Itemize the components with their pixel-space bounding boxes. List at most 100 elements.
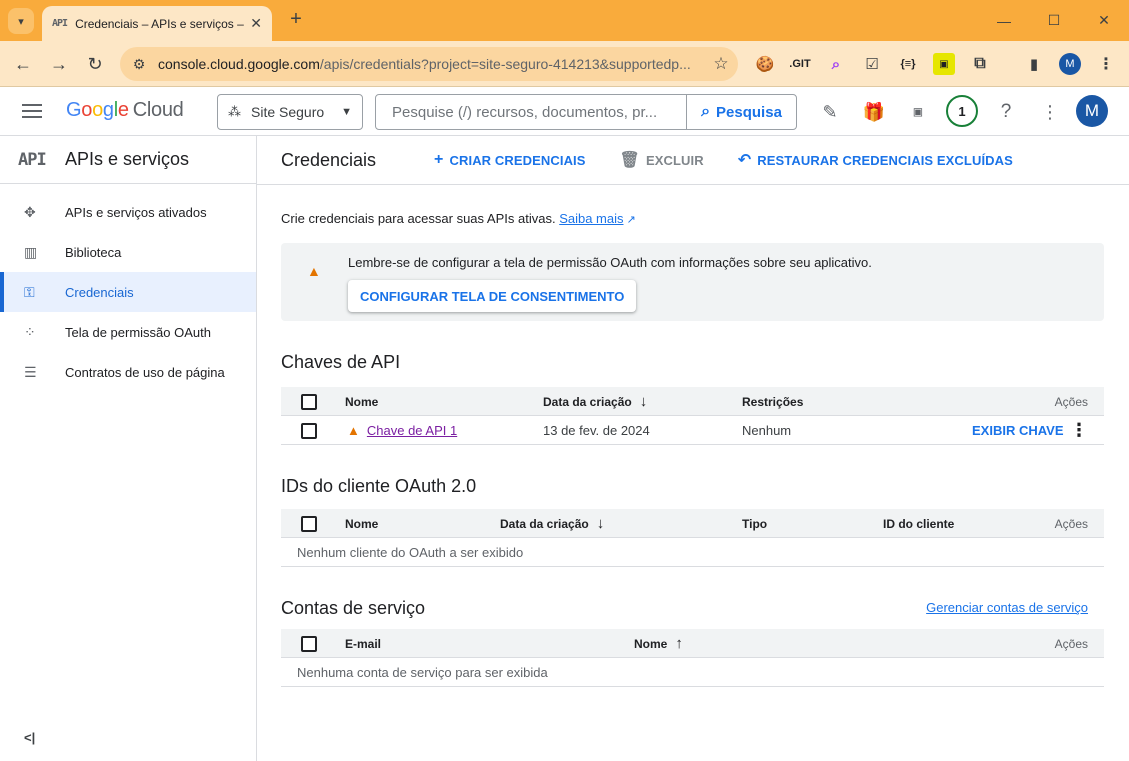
plus-icon: + — [434, 151, 444, 168]
yellow-extension-icon[interactable]: ▣ — [933, 53, 955, 75]
browser-toolbar: ← → ↻ ⚙ console.cloud.google.com/apis/cr… — [0, 41, 1129, 87]
row-more-vert-icon[interactable]: ⋮ — [1070, 416, 1088, 445]
search-button[interactable]: ⌕ Pesquisa — [686, 95, 796, 129]
column-header-restrictions[interactable]: Restrições — [742, 387, 803, 416]
magnifier-extension-icon[interactable]: ⌕ — [825, 53, 847, 75]
cloud-shell-icon[interactable]: ▣ — [904, 98, 932, 126]
table-row: Nenhum cliente do OAuth a ser exibido — [281, 538, 1104, 567]
close-window-button[interactable]: ✕ — [1079, 0, 1129, 41]
sidebar-item-oauth-consent[interactable]: ⁘ Tela de permissão OAuth — [0, 312, 256, 352]
column-header-actions: Ações — [1054, 516, 1088, 531]
tab-search-button[interactable]: ▾ — [8, 8, 34, 34]
intro-text: Crie credenciais para acessar suas APIs … — [281, 211, 1104, 226]
more-vert-icon[interactable]: ⋮ — [1095, 53, 1117, 75]
cloud-header: GoogleCloud ⁂ Site Seguro ▼ ⌕ Pesquisa ✎… — [0, 87, 1129, 136]
help-icon[interactable]: ? — [992, 98, 1020, 126]
hamburger-menu-icon[interactable] — [22, 99, 46, 123]
more-vert-icon[interactable]: ⋮ — [1036, 98, 1064, 126]
column-header-created[interactable]: Data da criação ↓ — [543, 387, 647, 416]
sidebar-item-page-usage[interactable]: ☰ Contratos de uso de página — [0, 352, 256, 392]
json-extension-icon[interactable]: {≡} — [895, 53, 921, 75]
column-header-created[interactable]: Data da criação ↓ — [500, 509, 604, 538]
caret-down-icon: ▼ — [341, 106, 352, 118]
forward-button[interactable]: → — [45, 50, 73, 78]
close-icon[interactable]: ✕ — [250, 15, 262, 32]
tab-title: Credenciais – APIs e serviços – S — [75, 16, 245, 31]
notifications-badge[interactable]: 1 — [946, 95, 978, 127]
create-credentials-button[interactable]: + CRIAR CREDENCIAIS — [434, 151, 586, 169]
row-checkbox[interactable] — [301, 422, 317, 439]
sidebar-item-enabled-apis[interactable]: ✥ APIs e serviços ativados — [0, 192, 256, 232]
column-header-name[interactable]: Nome — [345, 509, 378, 538]
side-panel-icon[interactable]: ▮ — [1023, 53, 1045, 75]
site-settings-icon[interactable]: ⚙ — [120, 56, 158, 73]
address-bar[interactable]: ⚙ console.cloud.google.com/apis/credenti… — [120, 47, 738, 81]
configure-consent-button[interactable]: CONFIGURAR TELA DE CONSENTIMENTO — [348, 280, 637, 312]
reload-button[interactable]: ↻ — [81, 50, 109, 78]
browser-profile-avatar[interactable]: M — [1059, 53, 1081, 75]
sidebar-item-credentials[interactable]: ⚿ Credenciais — [0, 272, 256, 312]
sidebar-nav: ✥ APIs e serviços ativados ▥ Biblioteca … — [0, 184, 256, 392]
column-header-name[interactable]: Nome ↑ — [634, 629, 683, 658]
arrow-right-icon: → — [50, 53, 68, 74]
column-header-name[interactable]: Nome — [345, 387, 378, 416]
cookie-extension-icon[interactable]: 🍪 — [754, 53, 776, 75]
reload-icon: ↻ — [87, 53, 103, 74]
cell-created: 13 de fev. de 2024 — [543, 423, 650, 438]
new-tab-button[interactable]: + — [284, 8, 308, 31]
sidebar: API APIs e serviços ✥ APIs e serviços at… — [0, 136, 257, 761]
manage-service-accounts-link[interactable]: Gerenciar contas de serviço — [926, 600, 1088, 615]
column-header-client-id[interactable]: ID do cliente — [883, 509, 954, 538]
key-icon: ⚿ — [24, 283, 35, 300]
sidebar-item-label: APIs e serviços ativados — [65, 204, 207, 220]
sidebar-header: API APIs e serviços — [0, 136, 256, 184]
service-accounts-heading: Contas de serviço Gerenciar contas de se… — [281, 598, 1104, 618]
git-extension-icon[interactable]: .GIT — [788, 53, 812, 75]
back-button[interactable]: ← — [9, 50, 37, 78]
external-link-icon: ↗ — [623, 214, 636, 226]
maximize-button[interactable]: ☐ — [1029, 0, 1079, 41]
minimize-button[interactable]: — — [979, 0, 1029, 41]
page-title: Credenciais — [281, 149, 377, 170]
api-key-link[interactable]: Chave de API 1 — [367, 423, 457, 438]
url-text[interactable]: console.cloud.google.com/apis/credential… — [158, 56, 704, 72]
service-accounts-table: E-mail Nome ↑ Ações Nenhuma conta de serv… — [281, 629, 1104, 687]
search-button-label: Pesquisa — [716, 103, 782, 121]
project-picker[interactable]: ⁂ Site Seguro ▼ — [217, 94, 363, 130]
extensions-puzzle-icon[interactable]: ⧉ — [969, 53, 991, 75]
select-all-checkbox[interactable] — [301, 515, 317, 532]
delete-label: EXCLUIR — [645, 152, 704, 168]
bookmark-star-icon[interactable]: ☆ — [704, 54, 738, 74]
checkbox-extension-icon[interactable]: ☑ — [861, 53, 883, 75]
delete-button[interactable]: 🗑 EXCLUIR — [620, 150, 704, 170]
table-row: Nenhuma conta de serviço para ser exibid… — [281, 658, 1104, 687]
sidebar-item-library[interactable]: ▥ Biblioteca — [0, 232, 256, 272]
select-all-checkbox[interactable] — [301, 393, 317, 410]
learn-more-link[interactable]: Saiba mais — [559, 211, 623, 226]
arrow-up-icon: ↑ — [675, 635, 683, 652]
arrow-left-icon: ← — [14, 53, 32, 74]
select-all-checkbox[interactable] — [301, 635, 317, 652]
close-icon: ✕ — [1098, 12, 1110, 28]
gift-icon[interactable]: 🎁 — [860, 98, 888, 126]
column-header-label: Data da criação — [500, 516, 589, 531]
sidebar-title: APIs e serviços — [65, 149, 190, 169]
feedback-icon[interactable]: ✎ — [816, 98, 844, 126]
chevron-down-icon: ▾ — [18, 15, 24, 28]
banner-text: Lembre-se de configurar a tela de permis… — [348, 255, 872, 270]
warning-icon: ▲ — [307, 263, 321, 279]
restore-credentials-button[interactable]: ↶ RESTAURAR CREDENCIAIS EXCLUÍDAS — [738, 150, 1013, 170]
browser-tab-active[interactable]: API Credenciais – APIs e serviços – S ✕ — [42, 6, 272, 41]
project-nodes-icon: ⁂ — [228, 104, 241, 119]
column-header-type[interactable]: Tipo — [742, 509, 767, 538]
oauth-clients-table: Nome Data da criação ↓ Tipo ID do cliente… — [281, 509, 1104, 567]
table-row: ▲ Chave de API 1 13 de fev. de 2024 Nenh… — [281, 416, 1104, 445]
create-credentials-label: CRIAR CREDENCIAIS — [449, 152, 586, 168]
account-avatar[interactable]: M — [1076, 95, 1108, 127]
google-cloud-logo[interactable]: Google Cloud — [66, 99, 184, 122]
search-input[interactable] — [376, 95, 686, 129]
show-key-button[interactable]: EXIBIR CHAVE — [972, 416, 1064, 445]
trash-icon: 🗑 — [619, 152, 640, 169]
collapse-sidebar-icon[interactable]: <| — [24, 730, 35, 745]
column-header-email[interactable]: E-mail — [345, 629, 381, 658]
